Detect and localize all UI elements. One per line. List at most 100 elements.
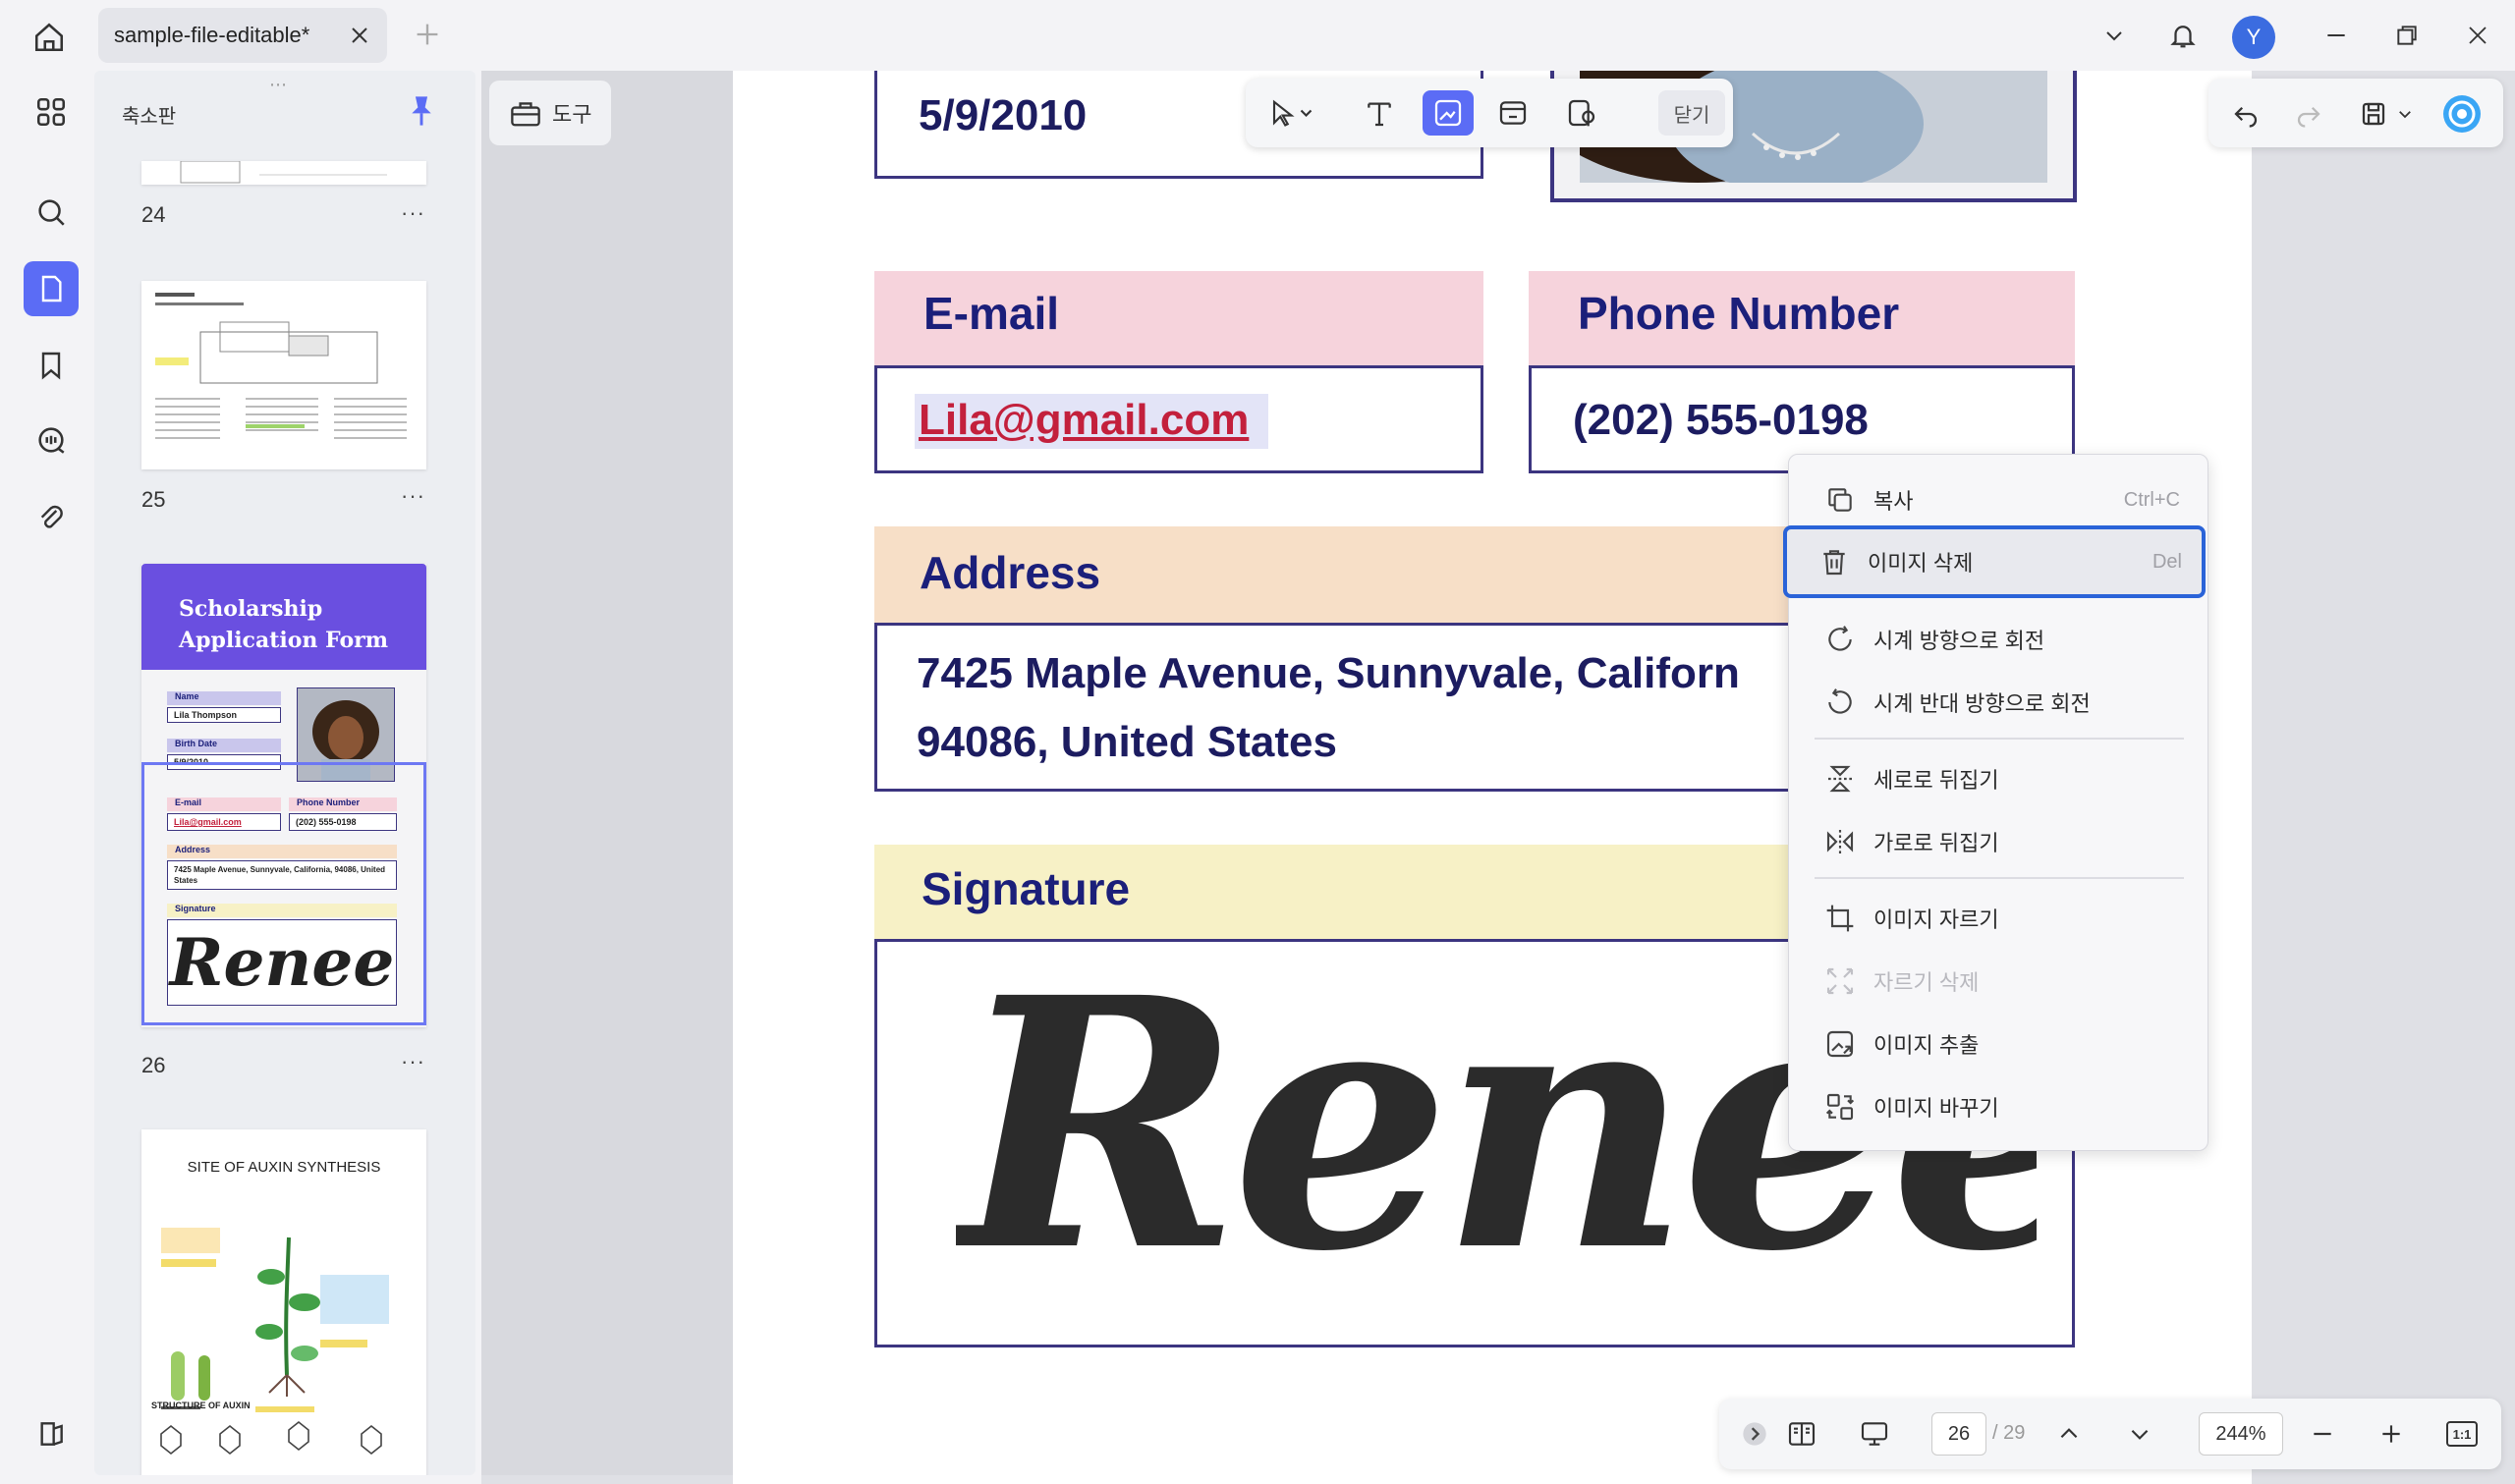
menu-item-label: 세로로 뒤집기 [1873,768,1999,793]
select-tool-button[interactable] [1259,90,1328,136]
thumbnail-number: 26 [141,1053,166,1077]
menu-item-delete-image[interactable]: 이미지 삭제 Del [1783,525,2206,598]
menu-item-remove-crop[interactable]: 자르기 삭제 [1803,952,2196,1011]
birth-date-value: 5/9/2010 [919,91,1088,139]
menu-item-label: 이미지 바꾸기 [1873,1096,1999,1121]
image-tool-icon[interactable] [1423,90,1474,136]
theme-icon[interactable] [24,1406,79,1461]
attachment-icon[interactable] [24,491,79,546]
thumbnail-page-26[interactable]: Scholarship Application Form Name Lila T… [141,564,426,1027]
edit-toolbar: 닫기 [1246,79,1733,147]
thumbnail-more-icon[interactable]: ··· [401,200,425,226]
menu-item-label: 이미지 자르기 [1873,907,1999,932]
close-edit-button[interactable]: 닫기 [1658,90,1725,136]
signature-label: Signature [922,863,1131,914]
save-options-chevron-icon[interactable] [2391,92,2419,136]
menu-item-flip-horizontal[interactable]: 가로로 뒤집기 [1803,812,2196,871]
phone-value: (202) 555-0198 [1573,396,1869,444]
undo-icon[interactable] [2224,92,2267,136]
menu-item-rotate-clockwise[interactable]: 시계 방향으로 회전 [1803,610,2196,669]
bottom-navigation-bar: 26 / 29 244% 1:1 [1719,1399,2501,1469]
menu-item-copy[interactable]: 복사 Ctrl+C [1803,470,2196,529]
address-label: Address [920,547,1101,598]
total-pages-label: / 29 [1992,1422,2026,1444]
search-icon[interactable] [24,185,79,240]
menu-separator [1815,738,2184,740]
actual-size-label: 1:1 [2446,1421,2478,1447]
menu-item-replace-image[interactable]: 이미지 바꾸기 [1803,1077,2196,1136]
expand-chevron-icon[interactable] [1733,1412,1776,1456]
menu-item-label: 가로로 뒤집기 [1873,831,1999,855]
email-label: E-mail [923,288,1060,339]
address-line-2: 94086, United States [917,718,1337,766]
pin-icon[interactable] [407,94,438,130]
title-bar: sample-file-editable* Y [0,0,2515,71]
panel-resize-grip[interactable]: ⋯ [269,75,289,95]
thumbnail-page-27[interactable]: SITE OF AUXIN SYNTHESIS STRUCTURE OF AUX… [141,1129,426,1475]
presentation-icon[interactable] [1853,1412,1896,1456]
email-value: Lila@gmail.com [919,396,1250,444]
extract-image-icon [1820,1024,1860,1064]
menu-item-label: 시계 반대 방향으로 회전 [1873,691,2091,716]
menu-item-rotate-counterclockwise[interactable]: 시계 반대 방향으로 회전 [1803,673,2196,732]
top-right-toolbar [2208,79,2503,147]
menu-item-label: 이미지 추출 [1873,1033,1980,1058]
shortcut-label: Del [2152,550,2182,573]
mini-name-value: Lila Thompson [167,707,281,723]
mini-name-label: Name [167,691,281,705]
bookmark-icon[interactable] [24,338,79,393]
zoom-in-icon[interactable] [2370,1412,2413,1456]
watermark-tool-icon[interactable] [1556,90,1607,136]
apps-grid-icon[interactable] [24,84,79,139]
home-icon[interactable] [29,18,69,57]
menu-item-crop-image[interactable]: 이미지 자르기 [1803,889,2196,948]
rotate-clockwise-icon [1820,620,1860,659]
menu-item-extract-image[interactable]: 이미지 추출 [1803,1015,2196,1073]
menu-item-flip-vertical[interactable]: 세로로 뒤집기 [1803,749,2196,808]
close-tab-icon[interactable] [346,22,373,49]
add-tab-icon[interactable] [411,18,444,51]
menu-item-label: 자르기 삭제 [1873,970,1980,995]
comments-icon[interactable] [24,412,79,467]
ai-assistant-icon[interactable] [2440,92,2484,136]
phone-label: Phone Number [1578,288,1900,339]
form-header-text: Scholarship Application Form [179,596,389,653]
redo-icon[interactable] [2287,92,2330,136]
address-line-1: 7425 Maple Avenue, Sunnyvale, Californ [917,649,1740,697]
thumbnail-number: 24 [141,202,166,227]
menu-item-label: 이미지 삭제 [1868,551,1974,576]
image-context-menu: 복사 Ctrl+C 이미지 삭제 Del 시계 방향으로 회전 시계 반대 방향… [1783,454,2208,1151]
chevron-down-icon[interactable] [2095,16,2134,55]
tools-button[interactable]: 도구 [489,81,611,145]
toolbox-icon [509,98,542,128]
crop-icon [1820,899,1860,938]
user-avatar[interactable]: Y [2232,16,2275,59]
actual-size-button[interactable]: 1:1 [2440,1412,2484,1456]
thumbnail-more-icon[interactable]: ··· [401,1049,425,1074]
email-field[interactable]: Lila@gmail.com [874,365,1483,473]
previous-page-icon[interactable] [2047,1412,2091,1456]
flip-vertical-icon [1820,759,1860,798]
document-tab[interactable]: sample-file-editable* [98,8,387,63]
current-page-input[interactable]: 26 [1931,1412,1986,1456]
rotate-counterclockwise-icon [1820,683,1860,722]
page-thumbnails-icon[interactable] [24,261,79,316]
thumbnail-viewport-indicator [141,762,426,1025]
page-layout-icon[interactable] [1780,1412,1823,1456]
thumbnail-panel-title: 축소판 [122,106,177,128]
zoom-out-icon[interactable] [2301,1412,2344,1456]
thumbnail-panel: ⋯ 축소판 24 ··· 25 ··· Scholarship Applicat… [94,71,475,1475]
zoom-level-input[interactable]: 244% [2199,1412,2283,1456]
link-tool-icon[interactable] [1487,90,1538,136]
minimize-icon[interactable] [2317,16,2356,55]
restore-icon[interactable] [2387,16,2427,55]
next-page-icon[interactable] [2118,1412,2161,1456]
notification-bell-icon[interactable] [2163,16,2203,55]
thumbnail-more-icon[interactable]: ··· [401,483,425,509]
close-window-icon[interactable] [2458,16,2497,55]
thumbnail-page-25[interactable] [141,281,426,469]
shortcut-label: Ctrl+C [2123,488,2180,511]
save-icon[interactable] [2352,92,2395,136]
thumbnail-page-24[interactable] [141,161,426,185]
text-tool-icon[interactable] [1354,90,1405,136]
